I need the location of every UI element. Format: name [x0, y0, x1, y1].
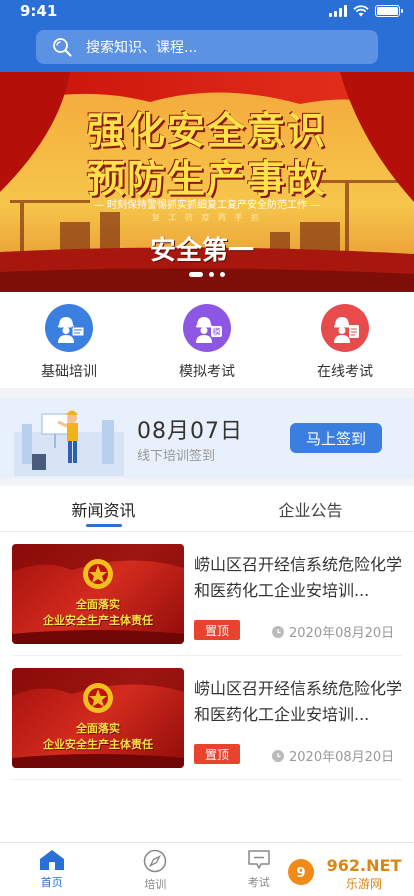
promo-banner[interactable]: 强化安全意识 预防生产事故 — 时刻保持警惕抓实抓细复工复产安全防范工作 — 复…	[0, 72, 414, 292]
quick-nav-mock-exam[interactable]: 模 模拟考试	[138, 292, 276, 388]
quick-nav-label: 基础培训	[41, 364, 97, 380]
nav-home[interactable]: 首页	[0, 843, 104, 896]
news-date-text: 2020年08月20日	[289, 626, 395, 641]
training-signin-card: 08月07日 线下培训签到 马上签到	[0, 398, 414, 478]
news-title: 崂山区召开经信系统危险化学和医药化工企业安培训...	[194, 679, 402, 724]
carousel-dot-1[interactable]	[189, 272, 203, 277]
svg-text:模: 模	[213, 327, 221, 337]
news-date: 2020年08月20日	[272, 746, 394, 765]
nav-label: 考试	[247, 876, 270, 889]
worker-presentation-icon	[45, 304, 93, 352]
news-item[interactable]: 全面落实 企业安全生产主体责任 崂山区召开经信系统危险化学和医药化工企业安培训.…	[0, 656, 414, 780]
thumbnail-line2: 企业安全生产主体责任	[43, 614, 153, 627]
signin-subtitle: 线下培训签到	[137, 449, 216, 464]
search-placeholder: 搜索知识、课程...	[86, 40, 198, 56]
app-header: 9:41 搜索知识、课程...	[0, 0, 414, 72]
pinned-badge: 置顶	[194, 744, 240, 764]
status-icons	[329, 5, 403, 17]
thumbnail-line1: 全面落实	[76, 598, 120, 611]
nav-label: 首页	[40, 876, 63, 889]
search-bar[interactable]: 搜索知识、课程...	[36, 30, 378, 64]
status-bar: 9:41	[0, 0, 414, 24]
cellular-signal-icon	[329, 5, 347, 17]
banner-title-line2: 预防生产事故	[86, 156, 327, 201]
news-title: 崂山区召开经信系统危险化学和医药化工企业安培训...	[194, 555, 402, 600]
svg-text:9: 9	[296, 866, 305, 881]
quick-nav-label: 模拟考试	[179, 364, 235, 380]
news-tabs: 新闻资讯 企业公告	[0, 486, 414, 532]
worker-simulation-icon: 模	[183, 304, 231, 352]
carousel-indicators[interactable]	[0, 272, 414, 277]
pinned-badge: 置顶	[194, 620, 240, 640]
news-date: 2020年08月20日	[272, 622, 394, 641]
quick-nav: 基础培训 模 模拟考试 在线考试	[0, 292, 414, 388]
wifi-icon	[353, 5, 369, 17]
news-list: 全面落实 企业安全生产主体责任 崂山区召开经信系统危险化学和医药化工企业安培训.…	[0, 532, 414, 842]
clock-icon	[272, 749, 284, 762]
nav-label: 培训	[144, 878, 167, 891]
quick-nav-online-exam[interactable]: 在线考试	[276, 292, 414, 388]
news-thumbnail: 全面落实 企业安全生产主体责任	[12, 668, 184, 768]
worker-board-illustration	[14, 410, 124, 476]
watermark-logo: 9 962.NET 乐游网	[282, 854, 402, 891]
battery-icon	[375, 5, 403, 17]
clock-icon	[272, 625, 284, 638]
nav-training[interactable]: 培训	[104, 843, 208, 896]
worker-exam-icon	[321, 304, 369, 352]
status-time: 9:41	[20, 2, 58, 20]
carousel-dot-2[interactable]	[209, 272, 214, 277]
news-date-text: 2020年08月20日	[289, 750, 395, 765]
news-thumbnail: 全面落实 企业安全生产主体责任	[12, 544, 184, 644]
banner-subtitle: — 时刻保持警惕抓实抓细复工复产安全防范工作 —	[93, 200, 321, 211]
carousel-dot-3[interactable]	[220, 272, 225, 277]
thumbnail-line2: 企业安全生产主体责任	[43, 738, 153, 751]
search-icon	[53, 38, 72, 57]
banner-slogan: 安全第一	[150, 236, 255, 266]
tab-news[interactable]: 新闻资讯	[0, 486, 207, 531]
tab-announcements[interactable]: 企业公告	[207, 486, 414, 531]
thumbnail-line1: 全面落实	[76, 722, 120, 735]
signin-date: 08月07日	[137, 419, 243, 444]
banner-title-line1: 强化安全意识	[86, 108, 327, 153]
watermark-sub: 乐游网	[346, 877, 382, 891]
watermark-text: 962.NET	[327, 856, 402, 875]
compass-icon	[144, 849, 167, 873]
home-icon	[39, 850, 64, 870]
quick-nav-label: 在线考试	[317, 364, 373, 380]
quick-nav-basic-training[interactable]: 基础培训	[0, 292, 138, 388]
banner-subtitle-2: 复 工 防 疫 两 手 抓	[151, 213, 263, 222]
news-item[interactable]: 全面落实 企业安全生产主体责任 崂山区召开经信系统危险化学和医药化工企业安培训.…	[0, 532, 414, 656]
chat-icon	[248, 850, 270, 869]
signin-button[interactable]: 马上签到	[290, 423, 382, 453]
